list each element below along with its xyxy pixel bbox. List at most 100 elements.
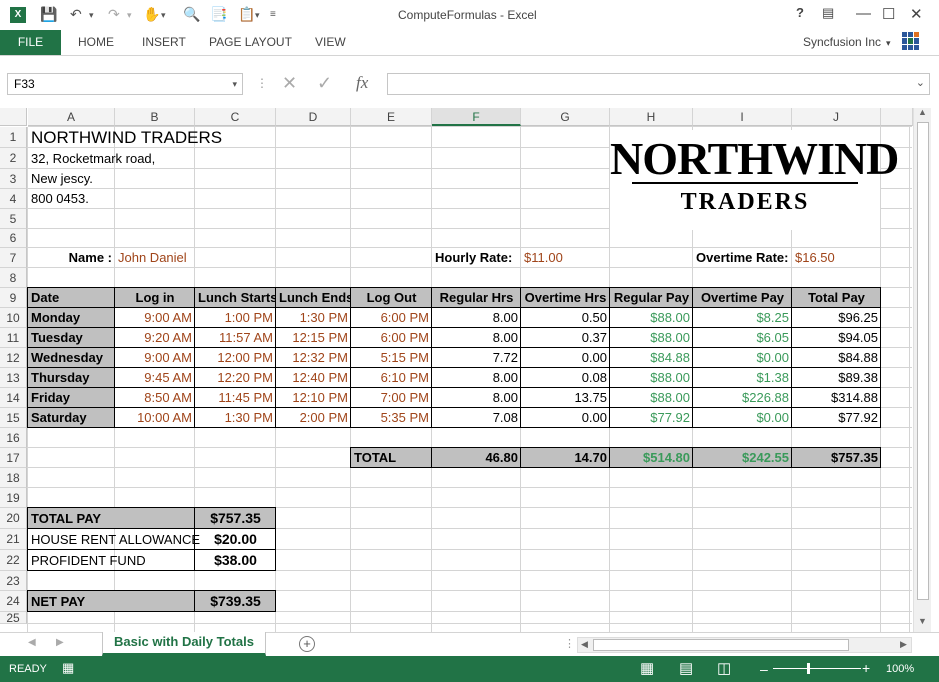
redo-icon[interactable]: ↷ [108, 6, 120, 23]
formula-input[interactable]: ⌄ [387, 73, 930, 95]
row-header[interactable]: 7 [0, 248, 27, 268]
tab-file[interactable]: FILE [0, 30, 61, 55]
row-header[interactable]: 22 [0, 550, 27, 571]
row-header[interactable]: 10 [0, 308, 27, 328]
page-layout-view-icon[interactable]: ▤ [679, 659, 693, 677]
column-header-i[interactable]: I [693, 108, 792, 126]
row-header[interactable]: 21 [0, 529, 27, 550]
help-icon[interactable]: ? [796, 5, 804, 20]
worksheet-grid[interactable]: ABCDEFGHIJ 1 2 3 4 5 6 7 8 9 10 11 12 13 14 15 16 17 18 19… [0, 108, 939, 632]
row-header[interactable]: 3 [0, 169, 27, 189]
row-header[interactable]: 20 [0, 508, 27, 529]
account-dropdown-icon[interactable]: ▾ [886, 38, 891, 49]
scroll-down-icon[interactable]: ▼ [918, 616, 927, 626]
column-header-d[interactable]: D [276, 108, 351, 126]
tab-split-handle-icon[interactable]: ⋮ [564, 637, 575, 650]
prev-sheet-icon[interactable]: ◀ [28, 637, 36, 648]
copy-icon[interactable]: 📋 [238, 6, 255, 23]
row-header[interactable]: 11 [0, 328, 27, 348]
undo-icon[interactable]: ↶ [70, 6, 82, 23]
close-icon[interactable]: ✕ [910, 5, 923, 23]
normal-view-icon[interactable]: ▦ [640, 659, 654, 677]
touch-mode-icon[interactable]: ✋ [143, 6, 160, 23]
column-header-a[interactable]: A [28, 108, 115, 126]
horizontal-scrollbar[interactable]: ◀ ▶ [577, 637, 912, 653]
row-header[interactable]: 8 [0, 268, 27, 288]
zoom-slider-thumb[interactable] [807, 663, 810, 674]
row-header[interactable]: 12 [0, 348, 27, 368]
table-cell-border [114, 347, 195, 368]
apps-icon[interactable] [902, 32, 920, 50]
total-cell-border [692, 447, 792, 468]
row-header[interactable]: 13 [0, 368, 27, 388]
vertical-scrollbar[interactable]: ▲ ▼ [913, 108, 931, 632]
row-header[interactable]: 19 [0, 488, 27, 508]
zoom-out-icon[interactable]: – [760, 661, 768, 677]
redo-dropdown-icon[interactable]: ▾ [127, 10, 132, 21]
table-cell-border [350, 387, 432, 408]
account-name[interactable]: Syncfusion Inc [803, 35, 881, 49]
ribbon-display-icon[interactable]: ▤ [822, 5, 834, 21]
tab-page-layout[interactable]: PAGE LAYOUT [209, 35, 292, 49]
tab-view[interactable]: VIEW [315, 35, 346, 49]
column-header-c[interactable]: C [195, 108, 276, 126]
row-header[interactable]: 1 [0, 127, 27, 148]
name-box[interactable]: F33 ▾ [7, 73, 243, 95]
summary-label-border [27, 590, 195, 612]
row-header[interactable]: 23 [0, 571, 27, 591]
scroll-left-icon[interactable]: ◀ [581, 639, 588, 650]
row-header[interactable]: 4 [0, 189, 27, 209]
formula-options-icon[interactable]: ⋮ [256, 76, 268, 90]
touch-dropdown-icon[interactable]: ▾ [161, 10, 166, 21]
customize-qat-icon[interactable]: ≡ [270, 9, 276, 20]
save-icon[interactable]: 💾 [40, 6, 57, 23]
row-header[interactable]: 9 [0, 288, 27, 308]
expand-formula-icon[interactable]: ⌄ [916, 76, 925, 89]
row-header[interactable]: 17 [0, 448, 27, 468]
minimize-icon[interactable]: — [856, 5, 871, 22]
status-bar: READY ▦ ▦ ▤ ◫ – + 100% [0, 656, 939, 682]
add-sheet-icon[interactable]: + [299, 636, 315, 652]
row-header[interactable]: 2 [0, 148, 27, 169]
sheet-tab-active[interactable]: Basic with Daily Totals [102, 632, 266, 656]
row-header[interactable]: 15 [0, 408, 27, 428]
row-header[interactable]: 25 [0, 612, 27, 624]
macro-record-icon[interactable]: ▦ [62, 660, 74, 676]
table-cell-border [692, 327, 792, 348]
spelling-icon[interactable]: 📑 [210, 6, 227, 23]
row-header[interactable]: 24 [0, 591, 27, 612]
row-header[interactable]: 16 [0, 428, 27, 448]
vertical-scroll-thumb[interactable] [917, 122, 929, 600]
scroll-right-icon[interactable]: ▶ [900, 639, 907, 650]
column-header-b[interactable]: B [115, 108, 195, 126]
zoom-slider[interactable] [773, 663, 861, 674]
row-header[interactable]: 5 [0, 209, 27, 229]
print-preview-icon[interactable]: 🔍 [183, 6, 200, 23]
column-header-j[interactable]: J [792, 108, 881, 126]
row-header[interactable]: 6 [0, 229, 27, 248]
column-header-g[interactable]: G [521, 108, 610, 126]
column-header-h[interactable]: H [610, 108, 693, 126]
insert-function-icon[interactable]: fx [356, 73, 368, 93]
page-break-view-icon[interactable]: ◫ [717, 659, 731, 677]
copy-dropdown-icon[interactable]: ▾ [255, 10, 260, 21]
maximize-icon[interactable]: ☐ [882, 5, 895, 23]
row-header[interactable]: 18 [0, 468, 27, 488]
column-header-f[interactable]: F [432, 108, 521, 126]
table-cell-border [27, 287, 115, 308]
enter-icon[interactable]: ✓ [317, 73, 332, 94]
next-sheet-icon[interactable]: ▶ [56, 637, 64, 648]
name-box-dropdown-icon[interactable]: ▾ [232, 74, 237, 94]
tab-home[interactable]: HOME [78, 35, 114, 49]
horizontal-scroll-thumb[interactable] [593, 639, 849, 651]
undo-dropdown-icon[interactable]: ▾ [89, 10, 94, 21]
column-header-k[interactable] [881, 108, 913, 126]
tab-insert[interactable]: INSERT [142, 35, 186, 49]
cancel-icon[interactable]: ✕ [282, 73, 297, 94]
zoom-level[interactable]: 100% [886, 663, 914, 675]
column-header-e[interactable]: E [351, 108, 432, 126]
scroll-up-icon[interactable]: ▲ [918, 108, 927, 117]
select-all-corner[interactable] [0, 108, 27, 126]
zoom-in-icon[interactable]: + [862, 660, 870, 676]
row-header[interactable]: 14 [0, 388, 27, 408]
